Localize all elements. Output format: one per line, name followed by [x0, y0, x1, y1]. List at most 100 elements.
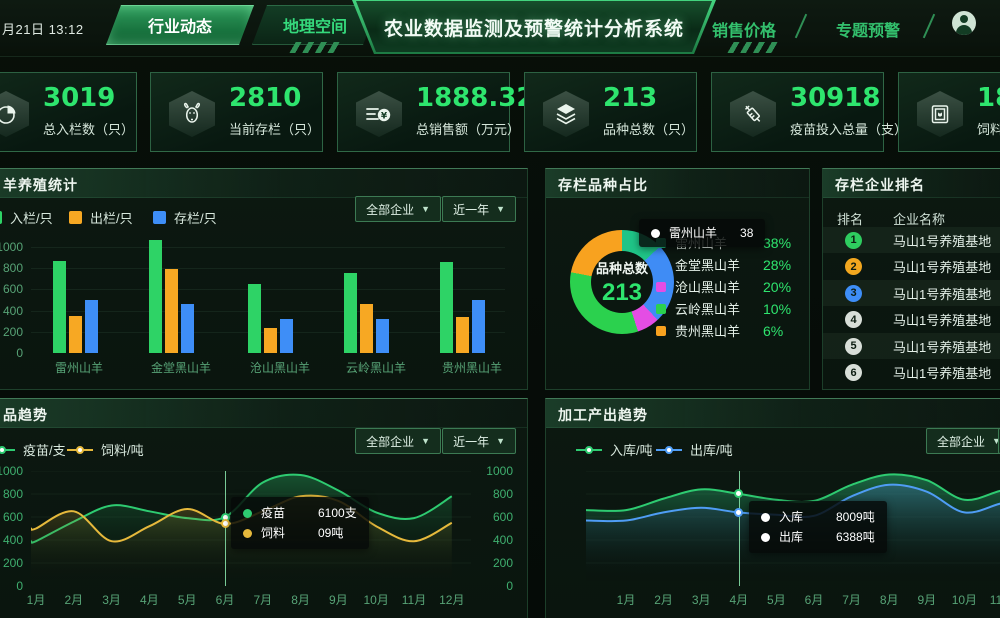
x-tick: 3月 [681, 591, 721, 608]
stat-tile: 213品种总数（只） [524, 72, 697, 152]
bar-chart[interactable] [31, 247, 505, 353]
x-tick: 10月 [356, 591, 396, 608]
legend-item[interactable]: 存栏/只 [153, 208, 217, 227]
bar[interactable] [376, 319, 389, 353]
x-tick: 5月 [167, 591, 207, 608]
x-tick: 3月 [92, 591, 132, 608]
nav-timestamp: 月21日 13:12 [2, 19, 84, 38]
x-tick: 11月 [982, 591, 1000, 608]
rank-badge: 4 [845, 311, 862, 328]
ranking-col-rank: 排名 [837, 209, 863, 228]
bar[interactable] [149, 240, 162, 353]
layers-icon [543, 91, 589, 137]
panel-processing-trend: 加工产出趋势 入库/吨出库/吨 全部企业▼ 近一年▼ 入库8009吨出库6388… [545, 398, 1000, 618]
sales-icon: ¥ [356, 91, 402, 137]
panel-title: 加工产出趋势 [558, 405, 648, 425]
bar[interactable] [360, 304, 373, 353]
legend-item[interactable]: 沧山黑山羊20% [656, 277, 791, 296]
legend-item[interactable]: 出库/吨 [656, 440, 733, 459]
company-filter-dropdown[interactable]: 全部企业▼ [355, 428, 441, 454]
panel-title: 存栏品种占比 [558, 175, 648, 195]
legend-item[interactable]: 出栏/只 [69, 208, 133, 227]
line-chart[interactable]: 入库8009吨出库6388吨 [586, 471, 1000, 586]
x-tick: 11月 [394, 591, 434, 608]
stat-label: 饲料投入 [977, 119, 1000, 138]
legend-chip [656, 326, 666, 336]
ranking-row[interactable]: 4 马山1号养殖基地 [823, 307, 1000, 333]
bar[interactable] [53, 261, 66, 353]
decorative-hatch-right [722, 42, 784, 53]
panel-title: 品趋势 [3, 405, 48, 425]
company-filter-dropdown[interactable]: 全部企业▼ [926, 428, 1000, 454]
bar[interactable] [344, 273, 357, 353]
crosshair-line [739, 471, 740, 586]
legend-item[interactable]: 疫苗/支 [0, 440, 66, 459]
legend-chip [0, 211, 2, 224]
top-nav: 月21日 13:12 行业动态 地理空间 农业数据监测及预警统计分析系统 销售价… [0, 0, 1000, 57]
stat-value: 30918 [790, 83, 880, 113]
ranking-row[interactable]: 6马山1号养殖基地 [823, 360, 1000, 386]
bar[interactable] [181, 304, 194, 353]
legend-item[interactable]: 饲料/吨 [67, 440, 144, 459]
legend-item[interactable]: 云岭黑山羊10% [656, 299, 791, 318]
y-tick-right: 1000 [479, 464, 513, 478]
legend-line-marker [67, 449, 93, 451]
legend-line-marker [0, 449, 15, 451]
stat-tile: ¥1888.32总销售额（万元） [337, 72, 510, 152]
bar[interactable] [440, 262, 453, 353]
y-tick: 200 [0, 556, 23, 570]
donut-tooltip: 雷州山羊 38 [639, 219, 765, 247]
user-avatar-icon[interactable] [952, 11, 976, 35]
bar[interactable] [280, 319, 293, 353]
ranking-row[interactable]: 5马山1号养殖基地 [823, 333, 1000, 359]
company-name: 马山1号养殖基地 [893, 310, 991, 329]
legend-item[interactable]: 入库/吨 [576, 440, 653, 459]
panel-company-ranking: 存栏企业排名 排名 企业名称 1马山1号养殖基地2马山1号养殖基地3马山1号养殖… [822, 168, 1000, 390]
ranking-row[interactable]: 2马山1号养殖基地 [823, 254, 1000, 280]
time-filter-dropdown[interactable]: 近一年▼ [442, 428, 516, 454]
line-chart[interactable]: 疫苗6100支饲料09吨 [31, 471, 471, 586]
bar[interactable] [69, 316, 82, 353]
company-filter-dropdown[interactable]: 全部企业▼ [355, 196, 441, 222]
chevron-down-icon: ▼ [496, 436, 505, 446]
nav-tab-industry[interactable]: 行业动态 [106, 5, 254, 45]
ranking-col-name: 企业名称 [893, 209, 945, 228]
panel-supplies-trend: 品趋势 疫苗/支饲料/吨 全部企业▼ 近一年▼ 疫苗6100支饲料09吨 002… [0, 398, 528, 618]
company-name: 马山1号养殖基地 [893, 363, 991, 382]
time-filter-dropdown[interactable]: 近一年▼ [442, 196, 516, 222]
ranking-row[interactable]: 3马山1号养殖基地 [823, 280, 1000, 306]
x-tick: 7月 [243, 591, 283, 608]
panel-breeding-stats: 羊养殖统计 入栏/只出栏/只存栏/只 全部企业▼ 近一年▼ 0200400600… [0, 168, 528, 390]
legend-item[interactable]: 金堂黑山羊28% [656, 255, 791, 274]
panel-header: 存栏品种占比 [546, 169, 809, 198]
crosshair-dot [221, 519, 230, 528]
y-tick: 400 [0, 304, 23, 318]
stat-value: 1888.32 [416, 83, 534, 113]
bar[interactable] [85, 300, 98, 353]
crosshair-line [225, 471, 226, 586]
y-tick-right: 200 [479, 556, 513, 570]
bar[interactable] [264, 328, 277, 353]
stat-tile: 2810当前存栏（只） [150, 72, 323, 152]
donut-center: 品种总数 213 [591, 251, 653, 313]
bar[interactable] [472, 300, 485, 353]
nav-tab-sales-price[interactable]: 销售价格 [712, 17, 776, 41]
x-tick: 4月 [129, 591, 169, 608]
stat-label: 品种总数（只） [603, 119, 694, 138]
panel-header: 羊养殖统计 [0, 169, 527, 198]
gridline [31, 247, 505, 248]
y-tick-right: 600 [479, 510, 513, 524]
bar[interactable] [248, 284, 261, 353]
company-name: 马山1号养殖基地 [893, 337, 991, 356]
nav-tab-warning[interactable]: 专题预警 [836, 17, 900, 41]
ranking-row[interactable]: 1马山1号养殖基地 [823, 227, 1000, 253]
bar[interactable] [165, 269, 178, 353]
y-tick-right: 800 [479, 487, 513, 501]
legend-item[interactable]: 贵州黑山羊6% [656, 321, 783, 340]
bar[interactable] [456, 317, 469, 353]
legend-item[interactable]: 入栏/只 [0, 208, 53, 227]
stat-label: 总销售额（万元） [416, 119, 520, 138]
stat-value: 3019 [43, 83, 115, 113]
legend-line-marker [576, 449, 602, 451]
x-tick: 9月 [318, 591, 358, 608]
